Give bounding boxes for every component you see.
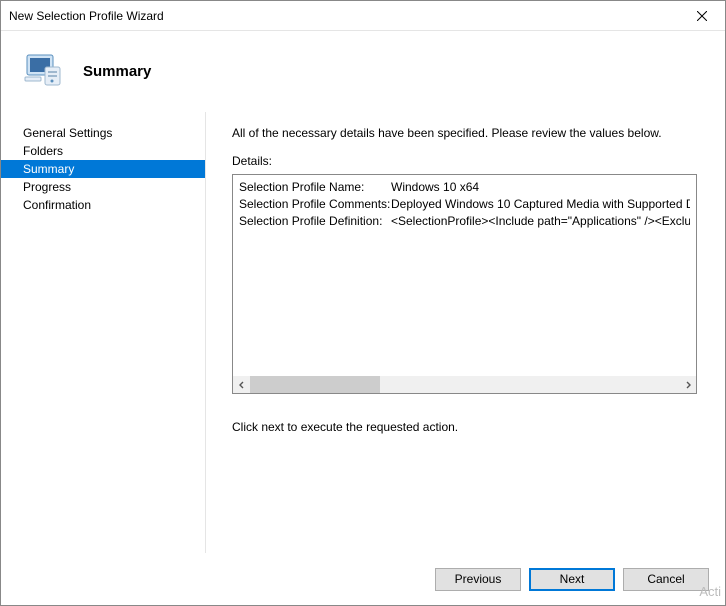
sidebar: General Settings Folders Summary Progres…: [1, 112, 206, 553]
sidebar-item-confirmation[interactable]: Confirmation: [1, 196, 205, 214]
previous-button[interactable]: Previous: [435, 568, 521, 591]
sidebar-item-label: General Settings: [23, 126, 112, 140]
intro-text: All of the necessary details have been s…: [232, 126, 697, 140]
detail-value: Deployed Windows 10 Captured Media with …: [391, 196, 690, 213]
cancel-button[interactable]: Cancel: [623, 568, 709, 591]
footer: Previous Next Cancel: [1, 553, 725, 605]
content-area: All of the necessary details have been s…: [206, 112, 725, 553]
wizard-header: Summary: [1, 31, 725, 111]
scroll-track[interactable]: [250, 376, 679, 393]
horizontal-scrollbar[interactable]: [233, 376, 696, 393]
sidebar-item-label: Folders: [23, 144, 63, 158]
detail-key: Selection Profile Comments:: [239, 196, 391, 213]
wizard-icon: [21, 49, 65, 93]
window-title: New Selection Profile Wizard: [9, 9, 679, 23]
sidebar-item-general-settings[interactable]: General Settings: [1, 124, 205, 142]
page-title: Summary: [83, 63, 151, 80]
scroll-thumb[interactable]: [250, 376, 380, 393]
details-list: Selection Profile Name: Windows 10 x64 S…: [239, 179, 690, 376]
scroll-left-arrow-icon[interactable]: [233, 376, 250, 393]
titlebar: New Selection Profile Wizard: [1, 1, 725, 31]
wizard-window: New Selection Profile Wizard Summary Gen…: [0, 0, 726, 606]
next-button[interactable]: Next: [529, 568, 615, 591]
detail-row: Selection Profile Name: Windows 10 x64: [239, 179, 690, 196]
detail-row: Selection Profile Definition: <Selection…: [239, 213, 690, 230]
sidebar-item-label: Progress: [23, 180, 71, 194]
hint-text: Click next to execute the requested acti…: [232, 420, 697, 434]
detail-value: <SelectionProfile><Include path="Applica…: [391, 213, 690, 230]
close-icon: [697, 11, 707, 21]
scroll-right-arrow-icon[interactable]: [679, 376, 696, 393]
sidebar-item-label: Summary: [23, 162, 74, 176]
sidebar-item-label: Confirmation: [23, 198, 91, 212]
sidebar-item-summary[interactable]: Summary: [1, 160, 205, 178]
computer-icon: [21, 49, 65, 93]
detail-key: Selection Profile Definition:: [239, 213, 391, 230]
wizard-body: General Settings Folders Summary Progres…: [1, 111, 725, 553]
details-label: Details:: [232, 154, 697, 168]
detail-row: Selection Profile Comments: Deployed Win…: [239, 196, 690, 213]
sidebar-item-progress[interactable]: Progress: [1, 178, 205, 196]
sidebar-item-folders[interactable]: Folders: [1, 142, 205, 160]
detail-value: Windows 10 x64: [391, 179, 479, 196]
details-box: Selection Profile Name: Windows 10 x64 S…: [232, 174, 697, 394]
detail-key: Selection Profile Name:: [239, 179, 391, 196]
close-button[interactable]: [679, 1, 725, 31]
